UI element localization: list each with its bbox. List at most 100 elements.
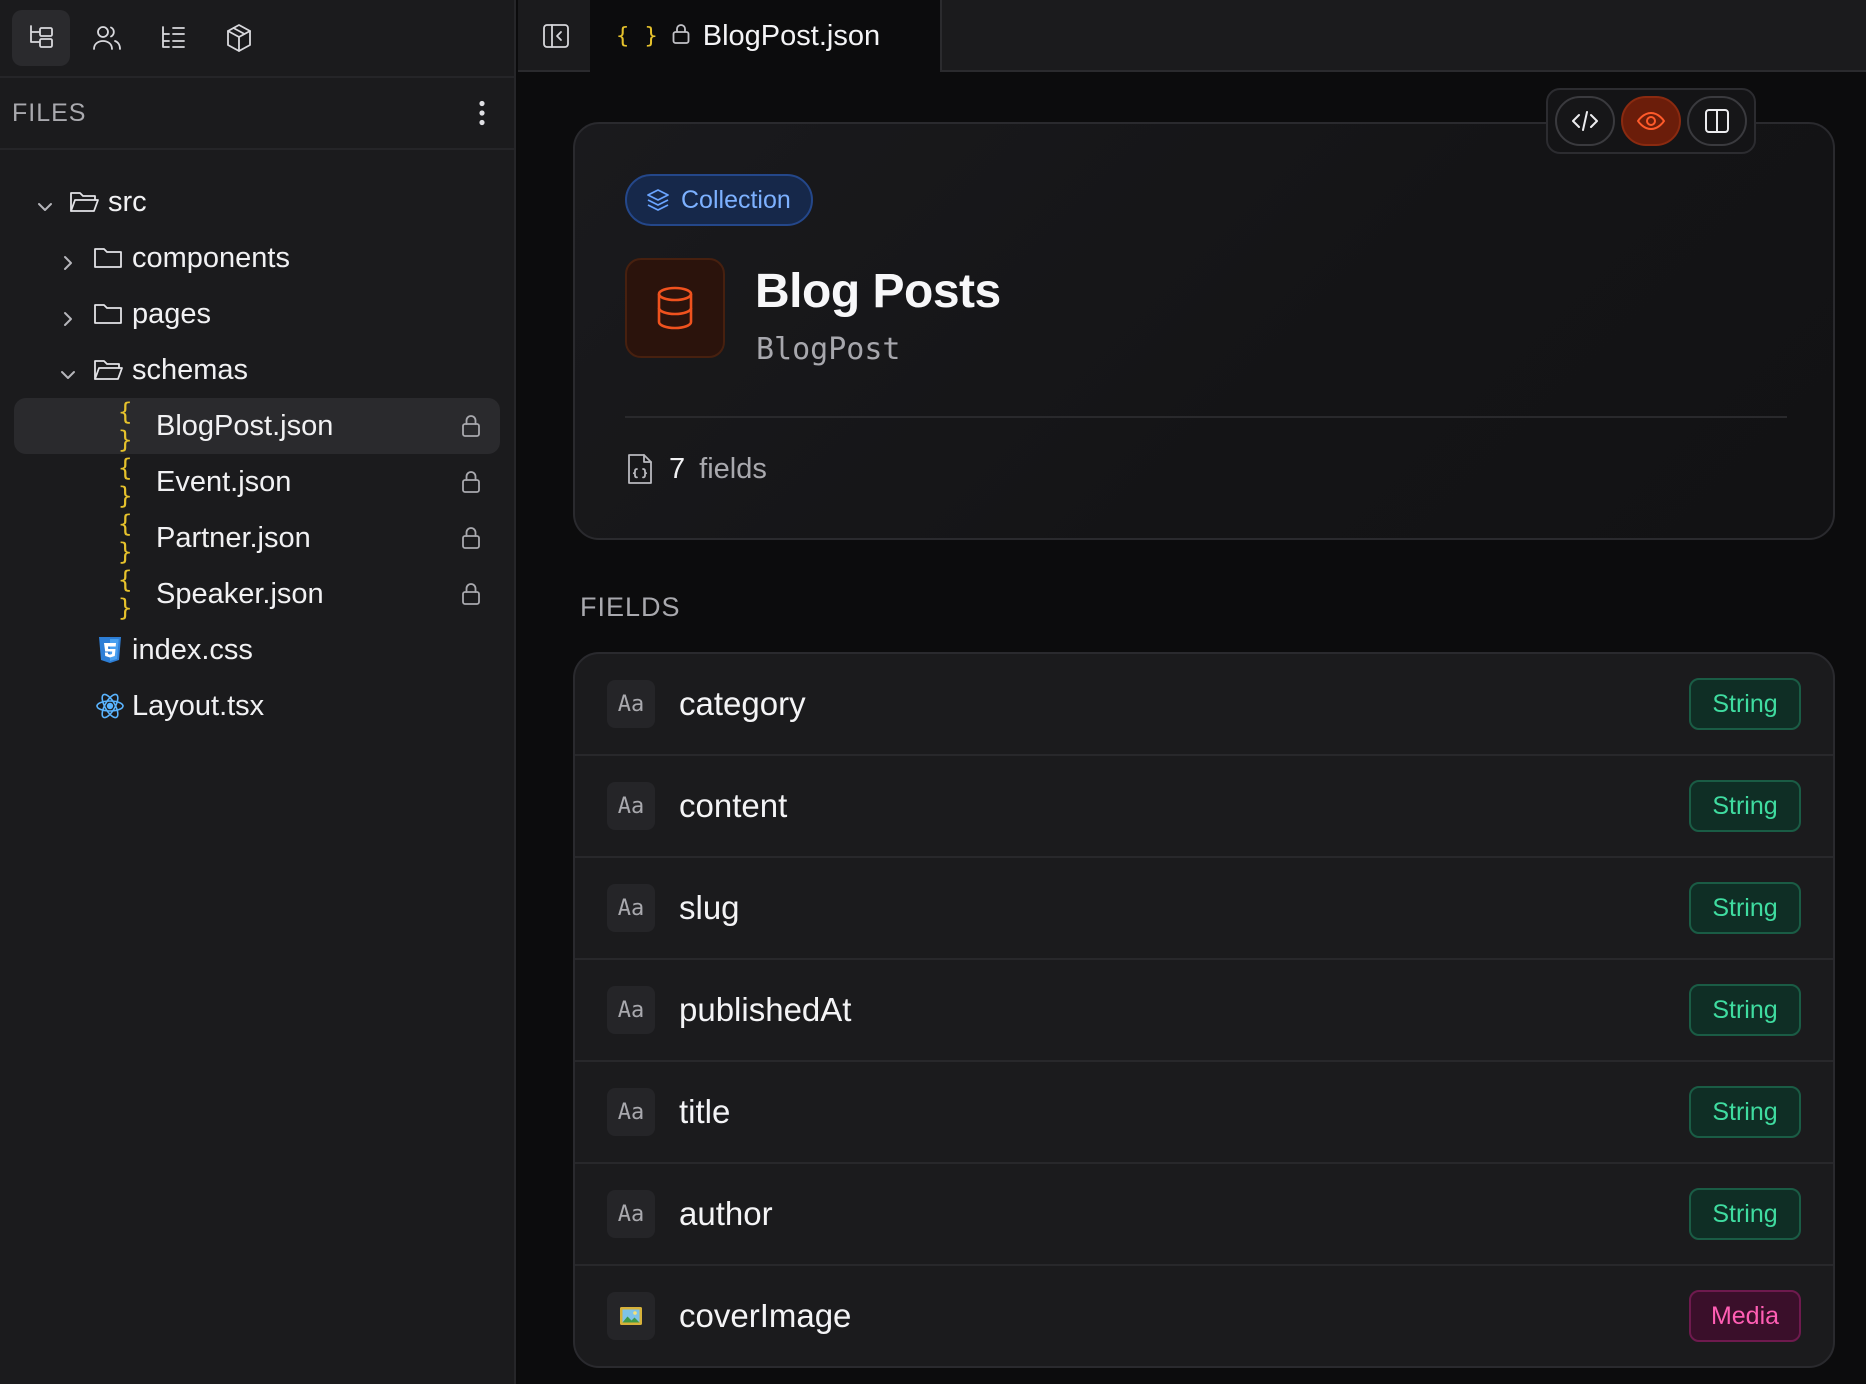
field-type-badge: String [1689,780,1801,832]
tree-item-src[interactable]: src [0,174,514,230]
field-name: title [679,1093,731,1130]
file-tree-view-button[interactable] [12,10,70,66]
field-type-badge: String [1689,1188,1801,1240]
tree-item-label: pages [132,297,212,330]
editor-tab-bar: { } BlogPost.json [518,0,1866,72]
field-name: author [679,1195,773,1232]
field-type-badge: String [1689,984,1801,1036]
files-title: FILES [12,98,87,127]
image-type-icon [607,1292,655,1340]
code-icon [1572,111,1598,131]
tree-item-blogpost-json[interactable]: { } BlogPost.json [14,398,500,454]
tree-item-label: Event.json [156,465,292,498]
packages-view-button[interactable] [210,10,268,66]
tree-item-label: components [132,241,290,274]
css3-icon [94,634,126,666]
tree-item-label: Speaker.json [156,577,324,610]
code-view-button[interactable] [1555,96,1615,146]
field-type-badge: Media [1689,1290,1801,1342]
json-braces-icon: { } [118,566,135,622]
users-icon [93,26,121,50]
field-row-author[interactable]: Aa author String [575,1164,1833,1266]
tree-item-components[interactable]: components [0,230,514,286]
split-columns-icon [1705,109,1729,133]
tree-item-layout-tsx[interactable]: Layout.tsx [0,678,514,734]
text-type-icon: Aa [607,986,655,1034]
collection-badge-label: Collection [681,185,791,214]
field-type-badge: String [1689,678,1801,730]
split-view-button[interactable] [1687,96,1747,146]
chevron-right-icon[interactable] [58,248,78,270]
toggle-sidebar-button[interactable] [540,20,572,52]
react-icon [94,690,126,722]
chevron-right-icon[interactable] [58,304,78,326]
chevron-down-icon[interactable] [58,360,78,380]
json-braces-icon: { } [616,23,659,49]
text-type-icon: Aa [607,1190,655,1238]
field-count: 7 fields [625,452,767,486]
lock-icon [458,469,484,495]
text-type-icon: Aa [607,1088,655,1136]
lock-icon [458,525,484,551]
activity-bar [0,0,514,78]
collection-title: Blog Posts [755,265,1001,318]
field-type-badge: String [1689,882,1801,934]
field-row-coverimage[interactable]: coverImage Media [575,1266,1833,1366]
field-name: content [679,787,788,824]
collection-id: BlogPost [756,332,901,367]
field-row-category[interactable]: Aa category String [575,654,1833,756]
text-type-icon: Aa [607,680,655,728]
folder-icon [92,298,124,330]
lock-icon [458,581,484,607]
sidebar-collapse-icon [543,24,569,48]
preview-view-button[interactable] [1621,96,1681,146]
files-more-button[interactable] [462,93,502,133]
tree-item-label: index.css [132,633,253,666]
tree-item-event-json[interactable]: { } Event.json [0,454,514,510]
tree-item-label: Partner.json [156,521,311,554]
cube-icon [227,24,251,52]
json-braces-icon: { } [118,510,135,566]
tree-item-speaker-json[interactable]: { } Speaker.json [0,566,514,622]
file-explorer-sidebar: FILES src components pages schemas {} B… [0,0,516,1384]
collection-badge: Collection [625,174,813,226]
field-name: slug [679,889,740,926]
json-braces-icon: { } [118,454,135,510]
users-view-button[interactable] [78,10,136,66]
tree-item-label: BlogPost.json [156,409,334,442]
more-vertical-icon [479,100,485,126]
field-name: publishedAt [679,991,852,1028]
field-name: category [679,685,806,722]
lock-icon [669,22,693,51]
field-name: coverImage [679,1297,852,1334]
field-row-publishedat[interactable]: Aa publishedAt String [575,960,1833,1062]
list-tree-icon [162,26,185,48]
file-json-icon [628,454,652,484]
tree-item-partner-json[interactable]: { } Partner.json [0,510,514,566]
field-type-badge: String [1689,1086,1801,1138]
json-braces-icon: { } [118,398,135,454]
folder-open-icon [92,354,124,386]
tree-item-schemas[interactable]: schemas [0,342,514,398]
schema-preview-panel: Collection Blog Posts BlogPost 7 fields … [518,72,1866,1384]
field-count-number: 7 [669,452,686,485]
chevron-down-icon[interactable] [35,192,55,212]
fields-section-label: FIELDS [580,592,681,622]
tree-item-pages[interactable]: pages [0,286,514,342]
field-row-content[interactable]: Aa content String [575,756,1833,858]
files-header: FILES [0,78,514,150]
field-row-title[interactable]: Aa title String [575,1062,1833,1164]
tab-blogpost-json[interactable]: { } BlogPost.json [590,0,942,72]
tree-item-index-css[interactable]: index.css [0,622,514,678]
tab-label: BlogPost.json [702,19,881,52]
field-count-label: fields [699,452,767,485]
file-tree-icon [30,25,53,48]
collection-summary-card: Collection Blog Posts BlogPost 7 fields [573,122,1835,540]
outline-view-button[interactable] [144,10,202,66]
text-type-icon: Aa [607,884,655,932]
tree-item-label: src [108,185,147,218]
tree-item-label: schemas [132,353,249,386]
database-icon [657,286,693,330]
lock-icon [458,413,484,439]
field-row-slug[interactable]: Aa slug String [575,858,1833,960]
